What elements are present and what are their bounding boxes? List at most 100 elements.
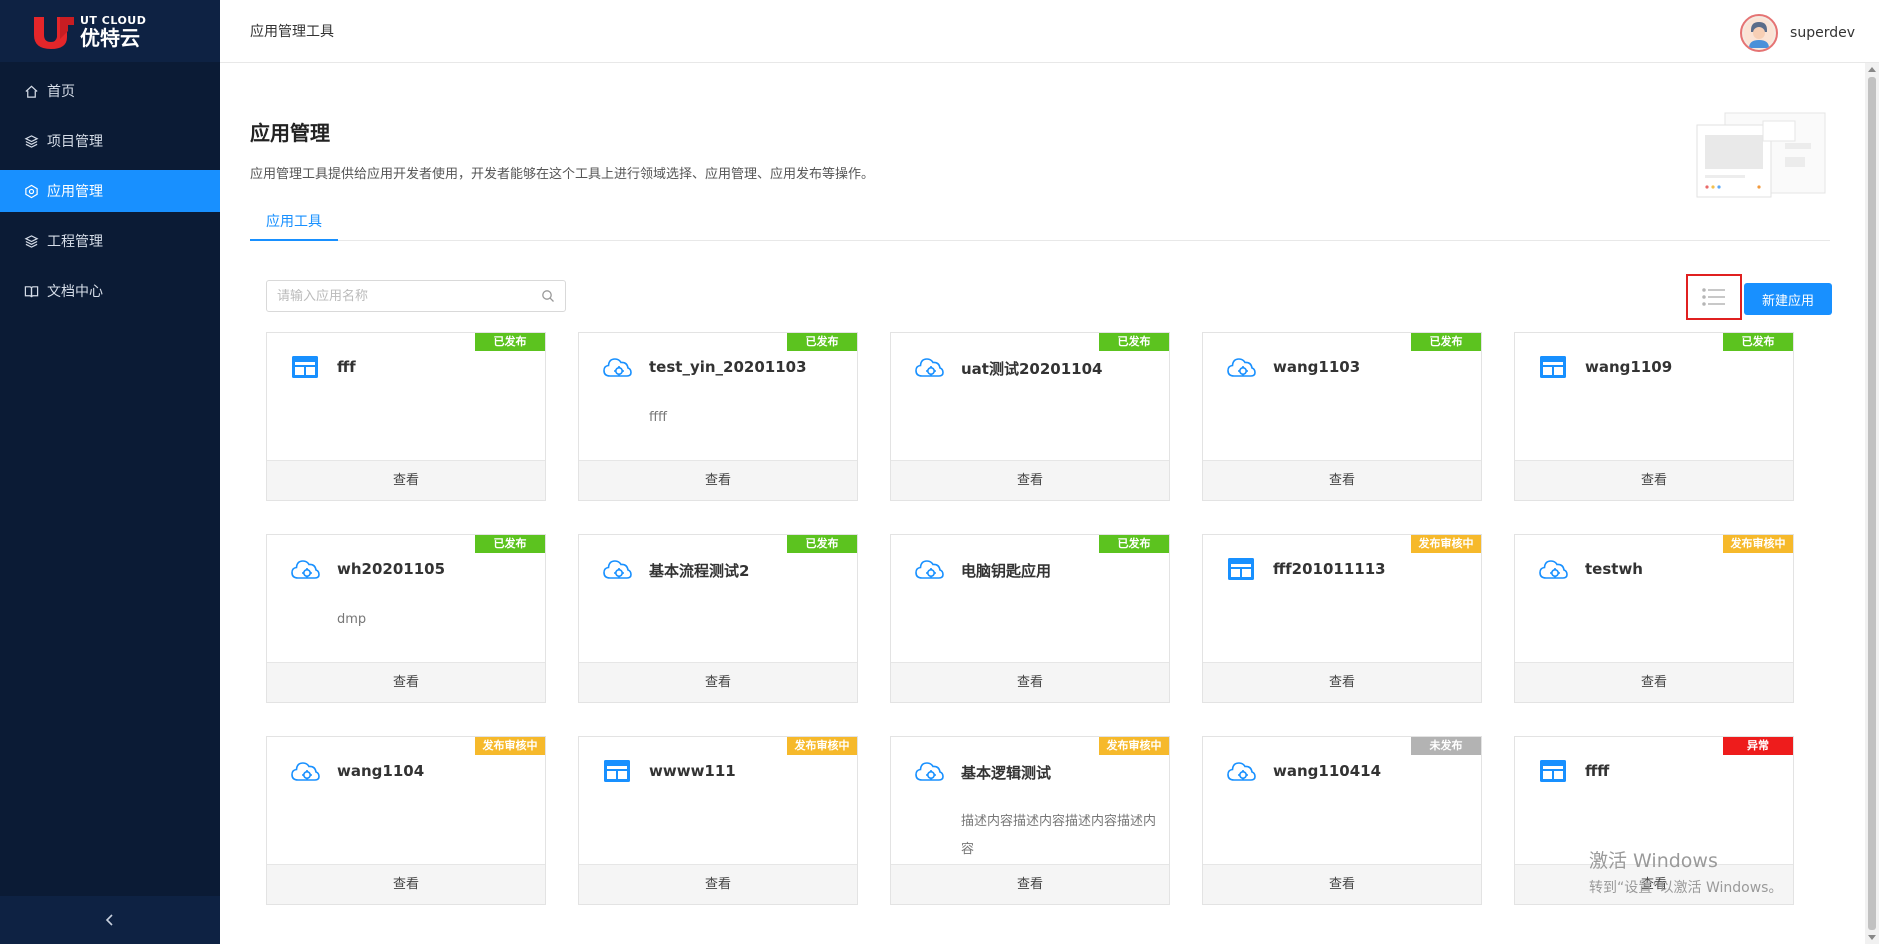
sidebar: UT CLOUD 优特云 首页 项目管理 应用管理 工程管理 文档中心 [0, 0, 220, 944]
logo-english: UT CLOUD [80, 13, 147, 27]
app-card[interactable]: 发布审核中 testwh 查看 [1514, 534, 1794, 703]
search-icon[interactable] [541, 289, 555, 303]
window-icon [1540, 356, 1566, 378]
cloud-gear-icon [603, 560, 632, 579]
app-name: 基本流程测试2 [649, 562, 750, 580]
cloud-gear-icon [1227, 358, 1256, 377]
cloud-gear-icon [291, 762, 320, 781]
status-badge: 已发布 [1099, 333, 1169, 351]
status-badge: 发布审核中 [1099, 737, 1169, 755]
app-card[interactable]: 已发布 uat测试20201104 查看 [890, 332, 1170, 501]
breadcrumb: 应用管理工具 [250, 24, 334, 40]
app-name: 电脑钥匙应用 [961, 562, 1052, 580]
page-scrollbar[interactable] [1865, 63, 1879, 944]
status-badge: 发布审核中 [475, 737, 545, 755]
app-icon-wrapper [1537, 755, 1569, 787]
cloud-gear-icon [915, 358, 944, 377]
cloud-gear-icon [1227, 762, 1256, 781]
chevron-left-icon [105, 914, 113, 926]
app-card[interactable]: 未发布 wang110414 查看 [1202, 736, 1482, 905]
app-icon-wrapper [289, 553, 321, 585]
view-button[interactable]: 查看 [1203, 662, 1481, 702]
app-card[interactable]: 发布审核中 fff201011113 查看 [1202, 534, 1482, 703]
sidebar-item-docs[interactable]: 文档中心 [0, 270, 220, 312]
sidebar-item-label: 项目管理 [47, 134, 103, 150]
view-button[interactable]: 查看 [1515, 662, 1793, 702]
list-view-icon [1702, 288, 1725, 306]
app-card[interactable]: 已发布 fff 查看 [266, 332, 546, 501]
sidebar-item-label: 首页 [47, 84, 75, 100]
window-icon [1540, 760, 1566, 782]
ut-logo-icon [34, 17, 74, 49]
app-name: fff201011113 [1273, 560, 1386, 578]
tab-bar: 应用工具 [250, 201, 1830, 241]
status-badge: 已发布 [475, 535, 545, 553]
logo-chinese: 优特云 [80, 25, 140, 50]
username: superdev [1790, 25, 1855, 41]
avatar[interactable] [1740, 14, 1779, 52]
tab-app-tools[interactable]: 应用工具 [250, 201, 338, 241]
app-card[interactable]: 发布审核中 wang1104 查看 [266, 736, 546, 905]
view-button[interactable]: 查看 [1203, 460, 1481, 500]
new-app-button[interactable]: 新建应用 [1744, 283, 1832, 315]
view-button[interactable]: 查看 [891, 864, 1169, 904]
search-input[interactable] [277, 288, 541, 304]
watermark-line1: 激活 Windows [1589, 850, 1718, 872]
logo[interactable]: UT CLOUD 优特云 [0, 0, 220, 62]
window-icon [292, 356, 318, 378]
view-button[interactable]: 查看 [579, 460, 857, 500]
app-icon-wrapper [601, 755, 633, 787]
sidebar-item-apps[interactable]: 应用管理 [0, 170, 220, 212]
windows-activation-watermark: 激活 Windows 转到“设置”以激活 Windows。 [1589, 846, 1782, 897]
app-icon-wrapper [1537, 553, 1569, 585]
status-badge: 已发布 [475, 333, 545, 351]
app-card[interactable]: 已发布 wang1103 查看 [1202, 332, 1482, 501]
view-button[interactable]: 查看 [1203, 864, 1481, 904]
dashboard-illustration-icon [1696, 112, 1826, 198]
app-card[interactable]: 已发布 wang1109 查看 [1514, 332, 1794, 501]
app-description: 描述内容描述内容描述内容描述内容 [961, 814, 1157, 857]
app-card[interactable]: 已发布 电脑钥匙应用 查看 [890, 534, 1170, 703]
cloud-gear-icon [915, 762, 944, 781]
layers-icon [24, 234, 39, 248]
view-button[interactable]: 查看 [891, 460, 1169, 500]
cloud-gear-icon [603, 358, 632, 377]
view-button[interactable]: 查看 [891, 662, 1169, 702]
app-icon-wrapper [913, 553, 945, 585]
view-button[interactable]: 查看 [267, 460, 545, 500]
sidebar-collapse-button[interactable] [0, 896, 220, 944]
list-view-toggle[interactable] [1686, 274, 1742, 320]
app-card[interactable]: 发布审核中 wwww111 查看 [578, 736, 858, 905]
app-name: ffff [1585, 762, 1610, 780]
sidebar-nav: 首页 项目管理 应用管理 工程管理 文档中心 [0, 70, 220, 312]
status-badge: 发布审核中 [1723, 535, 1793, 553]
view-button[interactable]: 查看 [579, 662, 857, 702]
sidebar-item-engineering[interactable]: 工程管理 [0, 220, 220, 262]
layers-icon [24, 134, 39, 148]
app-card[interactable]: 已发布 基本流程测试2 查看 [578, 534, 858, 703]
view-button[interactable]: 查看 [579, 864, 857, 904]
app-name: test_yin_20201103 [649, 358, 807, 376]
app-card[interactable]: 已发布 test_yin_20201103 ffff 查看 [578, 332, 858, 501]
app-name: wang1109 [1585, 358, 1673, 376]
app-icon-wrapper [1225, 755, 1257, 787]
book-icon [24, 285, 39, 297]
cloud-gear-icon [1539, 560, 1568, 579]
app-icon-wrapper [1225, 351, 1257, 383]
app-name: wang1104 [337, 762, 425, 780]
app-card[interactable]: 已发布 wh20201105 dmp 查看 [266, 534, 546, 703]
user-menu[interactable]: superdev [1740, 14, 1855, 52]
scroll-thumb[interactable] [1868, 77, 1876, 930]
view-button[interactable]: 查看 [267, 662, 545, 702]
scroll-down-arrow[interactable] [1868, 935, 1876, 940]
app-icon-wrapper [289, 351, 321, 383]
status-badge: 未发布 [1411, 737, 1481, 755]
scroll-up-arrow[interactable] [1868, 67, 1876, 72]
app-card[interactable]: 发布审核中 基本逻辑测试 描述内容描述内容描述内容描述内容 查看 [890, 736, 1170, 905]
sidebar-item-home[interactable]: 首页 [0, 70, 220, 112]
sidebar-item-projects[interactable]: 项目管理 [0, 120, 220, 162]
view-button[interactable]: 查看 [1515, 460, 1793, 500]
page-description: 应用管理工具提供给应用开发者使用，开发者能够在这个工具上进行领域选择、应用管理、… [250, 167, 875, 182]
view-button[interactable]: 查看 [267, 864, 545, 904]
home-icon [25, 85, 38, 98]
